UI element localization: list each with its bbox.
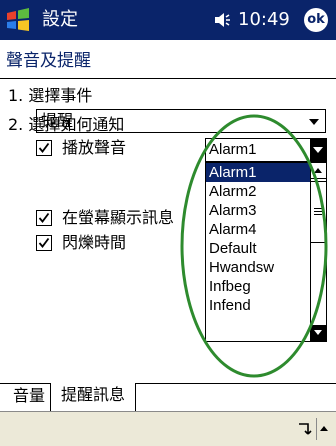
sound-list-item[interactable]: Alarm3 [206, 201, 311, 220]
scroll-thumb[interactable] [311, 181, 326, 243]
checkmark-icon [38, 142, 50, 153]
clock[interactable]: 10:49 [238, 9, 290, 31]
sound-list-item[interactable]: Alarm1 [206, 163, 311, 182]
tab-volume[interactable]: 音量 [8, 384, 50, 412]
start-menu-button[interactable] [4, 6, 32, 34]
grip-line [314, 214, 322, 215]
flash-light-label: 閃爍時間 [62, 233, 127, 252]
speaker-icon[interactable] [212, 9, 234, 31]
sound-list-item[interactable]: Infbeg [206, 277, 311, 296]
scroll-up-button[interactable] [311, 163, 326, 179]
show-message-label: 在螢幕顯示訊息 [62, 208, 175, 227]
scroll-down-button[interactable] [311, 325, 326, 341]
checkmark-icon [38, 237, 50, 248]
window-title: 設定 [42, 9, 78, 30]
windows-flag-icon [7, 8, 29, 31]
chevron-up-icon [320, 426, 328, 431]
sound-list-scrollbar[interactable] [310, 163, 326, 341]
play-sound-checkbox[interactable] [36, 140, 52, 156]
title-bar: 設定 10:49 ok [0, 0, 336, 40]
checkmark-icon [38, 212, 50, 223]
step1-label: 1. 選擇事件 [8, 86, 93, 105]
sound-dropdown-button[interactable] [310, 139, 326, 161]
show-message-checkbox[interactable] [36, 210, 52, 226]
sound-dropdown[interactable]: Alarm1 [205, 138, 327, 162]
grip-line [314, 208, 322, 209]
play-sound-label: 播放聲音 [62, 138, 127, 157]
sip-toggle-button[interactable] [316, 418, 331, 440]
sound-list-item[interactable]: Default [206, 239, 311, 258]
flash-light-checkbox[interactable] [36, 235, 52, 251]
heading-divider [0, 78, 336, 79]
ok-button[interactable]: ok [304, 8, 328, 32]
sound-list-item[interactable]: Hwandsw [206, 258, 311, 277]
chevron-down-icon [313, 147, 323, 153]
sound-list-item[interactable]: Alarm4 [206, 220, 311, 239]
tab-notifications[interactable]: 提醒訊息 [50, 383, 136, 412]
sound-list-item[interactable]: Infend [206, 296, 311, 315]
grip-line [314, 211, 322, 212]
sound-dropdown-value: Alarm1 [209, 141, 257, 158]
chevron-down-icon [314, 330, 322, 335]
chevron-up-icon [314, 168, 322, 173]
page-title: 聲音及提醒 [6, 51, 91, 71]
menu-bar [0, 411, 336, 446]
step2-label: 2. 選擇如何通知 [8, 115, 125, 134]
chevron-down-icon [309, 119, 319, 125]
tab-strip: 音量 提醒訊息 [0, 383, 336, 412]
keyboard-icon[interactable] [296, 420, 312, 438]
sound-list-item[interactable]: Alarm2 [206, 182, 311, 201]
sound-list[interactable]: Alarm1 Alarm2 Alarm3 Alarm4 Default Hwan… [205, 162, 327, 342]
